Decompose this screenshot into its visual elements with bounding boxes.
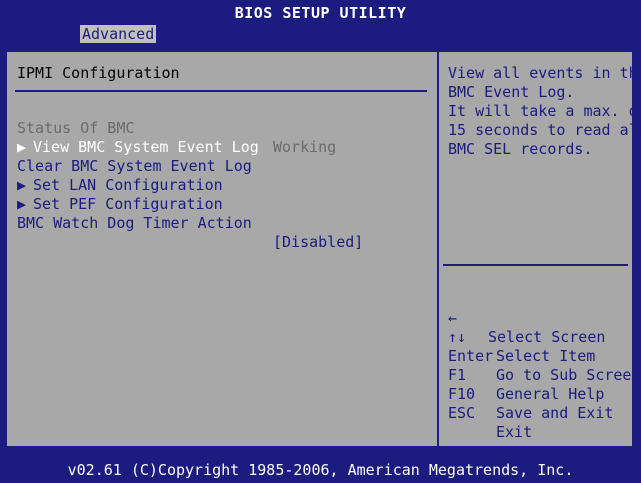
menu-item-bmc-watchdog-timer-action[interactable]: BMC Watch Dog Timer Action [Disabled] [17, 195, 363, 251]
copyright-footer: v02.61 (C)Copyright 1985-2006, American … [67, 461, 574, 479]
key-legend-row: ESC Exit [448, 385, 633, 441]
key-legend-row: Enter Go to Sub Screen [448, 328, 641, 384]
menu-item-label: Set LAN Configuration [33, 176, 223, 194]
help-text: View all events in the BMC Event Log. It… [448, 64, 641, 159]
key-legend-row: F1 General Help [448, 347, 633, 403]
key-legend-row: F10 Save and Exit [448, 366, 633, 422]
tab-advanced[interactable]: Advanced [80, 25, 157, 43]
key-legend-row: ↑↓ Select Item [448, 309, 633, 365]
help-line: 15 seconds to read all [448, 121, 641, 139]
key-legend-row: ← Select Screen [448, 290, 633, 346]
help-line: View all events in the [448, 64, 641, 82]
menu-item-label: Set PEF Configuration [33, 195, 223, 213]
menu-item-view-bmc-event-log[interactable]: ▶ View BMC System Event Log [17, 119, 259, 156]
tab-bar: Advanced [0, 24, 641, 44]
menu-item-label: View BMC System Event Log [33, 138, 259, 156]
menu-item-set-pef-configuration[interactable]: ▶ Set PEF Configuration [17, 176, 223, 213]
panel-divider [437, 52, 439, 446]
menu-item-value[interactable]: [Disabled] [273, 233, 363, 252]
section-divider [15, 90, 427, 92]
help-divider [443, 264, 628, 266]
menu-item-value: Working [273, 138, 337, 156]
main-panel: IPMI Configuration Status Of BMC Working… [5, 50, 641, 448]
menu-item-status-of-bmc: Status Of BMC Working [17, 100, 336, 156]
key-name: ESC [448, 404, 476, 422]
key-legend: ← Select Screen ↑↓ Select Item Enter Go … [448, 290, 641, 441]
menu-item-set-lan-configuration[interactable]: ▶ Set LAN Configuration [17, 157, 223, 194]
key-description: Save and Exit [496, 404, 614, 422]
help-line: BMC SEL records. [448, 140, 593, 158]
window-title: BIOS SETUP UTILITY [0, 0, 641, 24]
help-line: BMC Event Log. [448, 83, 575, 101]
menu-item-clear-bmc-event-log[interactable]: Clear BMC System Event Log [17, 138, 252, 175]
menu-item-label: BMC Watch Dog Timer Action [17, 214, 252, 232]
help-line: It will take a max. of [448, 102, 641, 120]
key-description: Exit [496, 423, 533, 441]
section-title: IPMI Configuration [17, 64, 180, 82]
